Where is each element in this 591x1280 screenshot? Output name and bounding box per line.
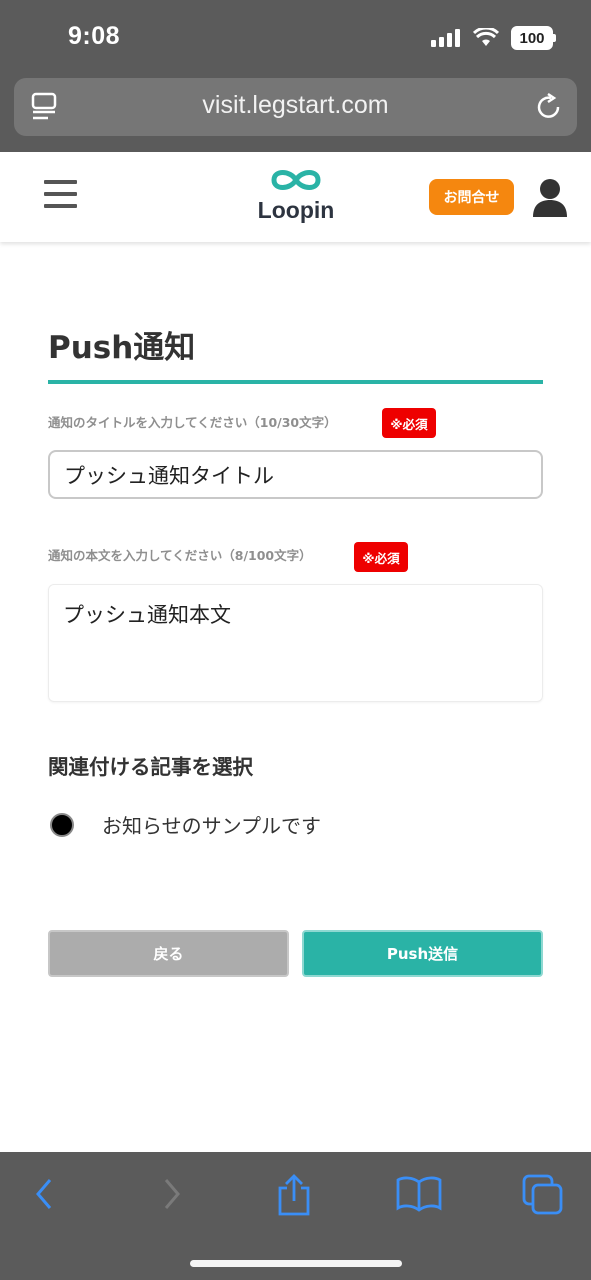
forward-icon[interactable] xyxy=(158,1174,186,1214)
notification-title-input[interactable]: プッシュ通知タイトル xyxy=(48,450,543,499)
address-bar[interactable]: visit.legstart.com xyxy=(14,78,577,136)
status-bar: 9:08 100 xyxy=(0,0,591,78)
body-field-label: 通知の本文を入力してください（8/100文字） xyxy=(48,548,312,563)
status-time: 9:08 xyxy=(68,22,121,50)
share-icon[interactable] xyxy=(274,1174,314,1216)
battery-level: 100 xyxy=(519,29,545,47)
status-icons: 100 xyxy=(431,26,556,50)
article-section-heading: 関連付ける記事を選択 xyxy=(48,755,253,779)
push-send-button[interactable]: Push送信 xyxy=(302,930,543,977)
title-divider xyxy=(48,380,543,384)
article-option-label[interactable]: お知らせのサンプルです xyxy=(102,810,321,839)
contact-button[interactable]: お問合せ xyxy=(429,179,514,215)
tabs-icon[interactable] xyxy=(522,1174,564,1216)
home-indicator xyxy=(190,1260,402,1267)
url-text[interactable]: visit.legstart.com xyxy=(14,91,577,120)
logo-infinity-icon xyxy=(271,170,321,190)
signal-icon xyxy=(431,29,460,47)
logo[interactable]: Loopin xyxy=(250,166,342,222)
radio-button[interactable] xyxy=(50,812,74,837)
user-icon[interactable] xyxy=(531,178,569,218)
required-badge: ※必須 xyxy=(382,408,436,438)
required-badge: ※必須 xyxy=(354,542,408,572)
battery-icon: 100 xyxy=(511,26,556,50)
reload-icon[interactable] xyxy=(535,92,563,122)
app-header: Loopin お問合せ xyxy=(0,152,591,242)
logo-text: Loopin xyxy=(257,197,335,223)
back-icon[interactable] xyxy=(30,1174,58,1214)
article-option[interactable]: お知らせのサンプルです xyxy=(50,810,321,839)
browser-chrome: 9:08 100 visit.legstart.com xyxy=(0,0,591,152)
menu-icon[interactable] xyxy=(44,180,77,212)
title-field-label: 通知のタイトルを入力してください（10/30文字） xyxy=(48,415,337,430)
bookmarks-icon[interactable] xyxy=(396,1174,442,1214)
notification-body-textarea[interactable]: プッシュ通知本文 xyxy=(48,584,543,702)
page-title: Push通知 xyxy=(48,330,196,366)
wifi-icon xyxy=(473,28,499,46)
back-button[interactable]: 戻る xyxy=(48,930,289,977)
